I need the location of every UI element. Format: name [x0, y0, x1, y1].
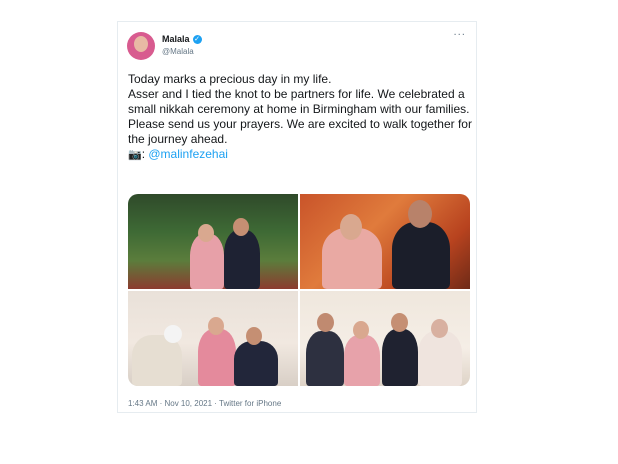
- tweet-paragraph: Asser and I tied the knot to be partners…: [128, 87, 472, 146]
- photo-ceremony[interactable]: [128, 291, 298, 386]
- user-handle[interactable]: @Malala: [162, 47, 194, 56]
- tweet-card: Malala ✓ @Malala ··· Today marks a preci…: [117, 21, 477, 413]
- photo-grid: [128, 194, 470, 386]
- photo-garden[interactable]: [128, 194, 298, 289]
- photo-autumn[interactable]: [300, 194, 470, 289]
- tweet-timestamp[interactable]: 1:43 AM · Nov 10, 2021 · Twitter for iPh…: [128, 399, 281, 408]
- camera-icon: 📷: [128, 148, 142, 161]
- tweet-paragraph: Today marks a precious day in my life.: [128, 72, 332, 86]
- tweet-text: Today marks a precious day in my life. A…: [128, 72, 473, 162]
- photo-family[interactable]: [300, 291, 470, 386]
- display-name[interactable]: Malala ✓: [162, 34, 202, 44]
- more-options-icon[interactable]: ···: [453, 30, 466, 41]
- display-name-text[interactable]: Malala: [162, 34, 190, 44]
- mention-link[interactable]: @malinfezehai: [148, 147, 228, 161]
- photo-credit: 📷: @malinfezehai: [128, 147, 473, 162]
- verified-badge-icon: ✓: [192, 34, 202, 44]
- avatar[interactable]: [127, 32, 155, 60]
